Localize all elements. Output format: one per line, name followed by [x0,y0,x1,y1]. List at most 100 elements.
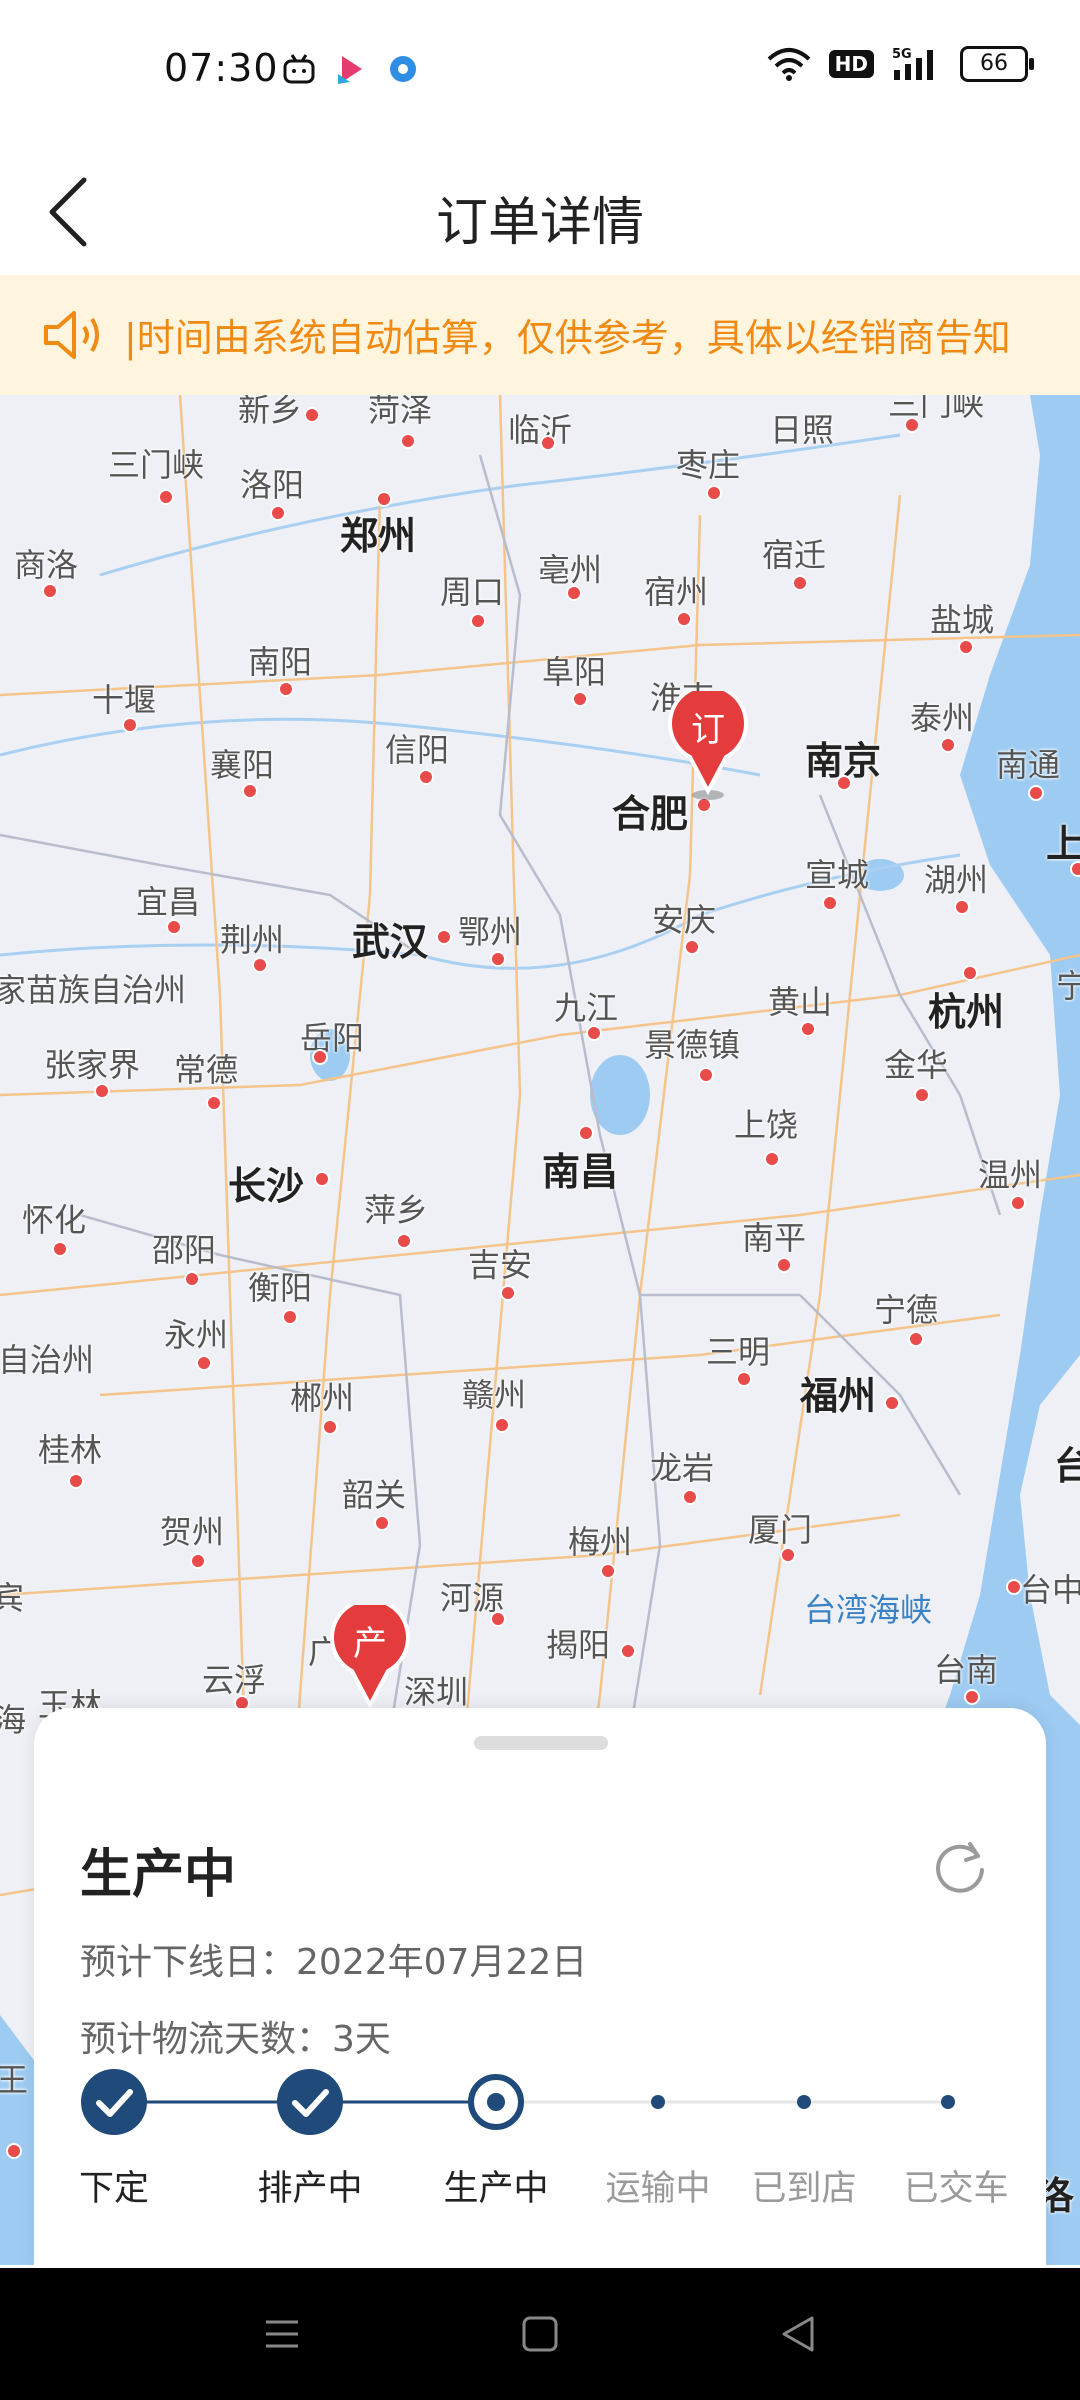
svg-text:5G: 5G [892,47,912,62]
map-label: 周口 [440,573,505,611]
refresh-icon[interactable] [930,1836,990,1896]
city-dot [776,1257,792,1273]
map-label: 枣庄 [676,446,741,484]
city-dot [196,1355,212,1371]
step-pending-dot [941,2095,955,2109]
city-dot [94,1083,110,1099]
status-bar: 07:30 HD 5G 66 [0,0,1080,140]
city-dot [566,585,582,601]
city-dot [1028,785,1044,801]
map-label: 上 [1046,822,1080,866]
offline-date-label: 预计下线日： [80,1942,297,1983]
city-dot [190,1553,206,1569]
map-label: 桂林 [38,1431,103,1469]
map-label: 常德 [174,1051,239,1089]
wifi-icon [767,48,810,81]
map-label: 信阳 [385,731,450,769]
map-label: 日照 [770,411,835,449]
city-dot [166,919,182,935]
progress-steps: 下定 排产中 生产中 运输中 已到店 已交车 [34,2058,1046,2209]
map-label: 云浮 [202,1661,267,1699]
map-label: 武汉 [352,920,429,964]
step-done-icon [277,2069,343,2135]
city-dot [736,1371,752,1387]
production-location-pin[interactable]: 产 [330,1605,410,1715]
city-dot [572,691,588,707]
map-label: 宿州 [644,573,709,611]
city-dot [42,583,58,599]
city-dot [490,951,506,967]
city-dot [958,639,974,655]
map-label: 安庆 [652,901,717,939]
map-label: 十堰 [92,681,157,719]
map-label: 吉安 [468,1246,533,1284]
menu-icon[interactable] [252,2304,312,2364]
notice-bar: |时间由系统自动估算，仅供参考，具体以经销商告知 [0,275,1080,395]
map-label: 宁德 [874,1291,939,1329]
home-icon[interactable] [510,2304,570,2364]
city-dot [620,1643,636,1659]
city-dot [122,717,138,733]
map-label: 洛阳 [240,466,305,504]
city-dot [304,407,320,423]
map-label: 郑州 [340,514,417,558]
city-dot [500,1285,516,1301]
order-status-title: 生产中 [80,1845,237,1905]
logistics-days-label: 预计物流天数： [80,2019,333,2060]
back-nav-icon[interactable] [768,2304,828,2364]
map-label: 韶关 [342,1476,407,1514]
map-label: 黄山 [768,983,833,1021]
map-label: 宾 [0,1579,25,1617]
map-label: 贺州 [160,1513,225,1551]
map-label: 郴州 [290,1379,355,1417]
location-app-icon [390,56,416,82]
notice-text: |时间由系统自动估算，仅供参考，具体以经销商告知 [124,316,1011,360]
map-label: 金华 [884,1046,949,1084]
map-label: 赣州 [462,1376,527,1414]
city-dot [676,611,692,627]
map-label: 南昌 [542,1150,619,1194]
city-dot [540,435,556,451]
production-pin-label: 产 [353,1624,387,1664]
order-status-sheet: 生产中 预计下线日：2022年07月22日 预计物流天数：3天 下定 排产中 生… [34,1708,1046,2268]
logistics-days-row: 预计物流天数：3天 [80,2010,391,2062]
sea-label: 台湾海峡 [804,1591,933,1629]
city-dot [490,1611,506,1627]
step-done-icon [81,2069,147,2135]
city-dot [252,957,268,973]
city-dot [962,965,978,981]
city-dot [206,1095,222,1111]
map-label: 湖州 [924,861,989,899]
city-dot [470,613,486,629]
city-dot [278,681,294,697]
city-dot [270,505,286,521]
map-label: 福州 [800,1374,877,1418]
page-title: 订单详情 [435,193,644,253]
map-label: 厦门 [748,1511,813,1549]
map-label: 南阳 [248,643,313,681]
city-dot [1006,1579,1022,1595]
city-dot [684,939,700,955]
map-label: 张家界 [44,1046,141,1084]
map-label: 衡阳 [248,1269,313,1307]
step-label: 下定 [78,2169,149,2209]
city-dot [792,575,808,591]
city-dot [418,769,434,785]
map-label: 海 [0,1701,27,1739]
city-dot [940,737,956,753]
city-dot [158,489,174,505]
city-dot [376,491,392,507]
step-label: 已交车 [903,2169,1009,2209]
status-right: HD 5G 66 [767,46,1034,82]
map-label: 襄阳 [210,746,275,784]
signal-icon: 5G [892,47,933,80]
map-label: 台南 [934,1651,999,1689]
map-label: 南平 [742,1219,807,1257]
hd-badge: HD [828,50,874,78]
city-dot [836,775,852,791]
nav-bar: 订单详情 [0,140,1080,275]
order-location-pin[interactable]: 订 [668,691,748,801]
city-dot [1070,861,1080,877]
drag-handle[interactable] [474,1736,608,1750]
map-label: 景德镇 [644,1026,741,1064]
